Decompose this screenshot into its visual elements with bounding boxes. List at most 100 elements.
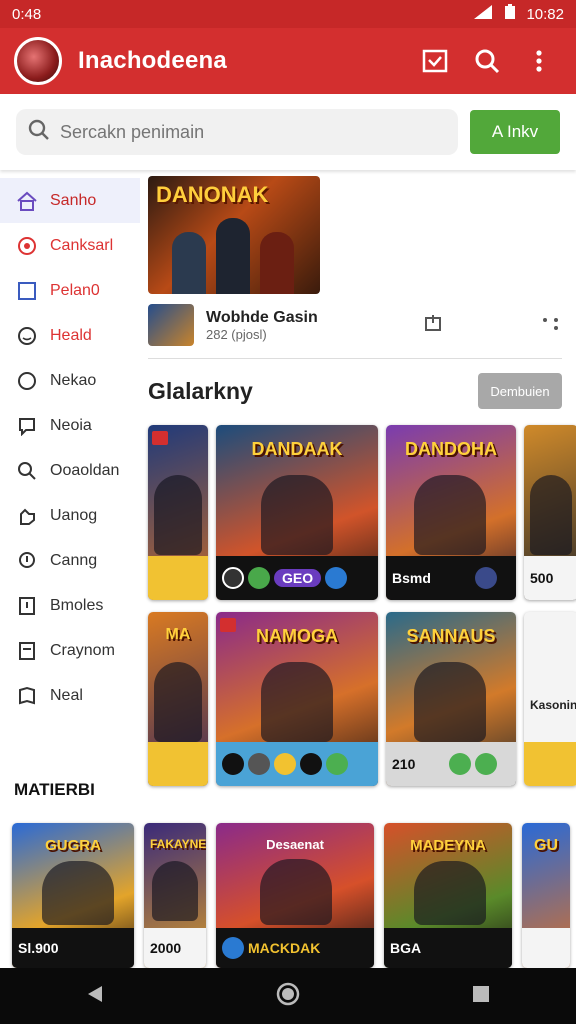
game-card[interactable]: MADEYNA BGA: [384, 823, 512, 968]
share-icon[interactable]: [424, 314, 442, 337]
sidebar-label: Uanog: [50, 506, 98, 524]
section-button[interactable]: Dembuien: [478, 373, 562, 409]
sidebar-label: Canksarl: [50, 236, 114, 254]
card-title: Kasonin: [530, 698, 576, 712]
game-card[interactable]: GUGRA Sl.900: [12, 823, 134, 968]
back-icon[interactable]: [86, 985, 104, 1008]
sidebar-item-7[interactable]: Uanog: [0, 493, 140, 538]
sidebar-item-6[interactable]: Ooaoldan: [0, 448, 140, 493]
sidebar-item-10[interactable]: Craynom: [0, 628, 140, 673]
more-vert-icon[interactable]: [516, 38, 562, 84]
card-row-2: MA NAMOGA SANNAUS 210 Kasonin: [148, 612, 576, 786]
game-card[interactable]: Kasonin: [524, 612, 576, 786]
app-bar: Inachodeena: [0, 28, 576, 94]
hero-figure: [172, 232, 206, 294]
game-card[interactable]: DANDOHA Bsmd: [386, 425, 516, 600]
game-card[interactable]: MA: [148, 612, 208, 786]
avatar[interactable]: [14, 37, 62, 85]
card-title: FAKAYNE: [150, 837, 206, 851]
sidebar-label: Heald: [50, 326, 92, 344]
card-footer-text: Sl.900: [18, 940, 59, 956]
sidebar-item-3[interactable]: Heald: [0, 313, 140, 358]
card-footer: 2000: [144, 928, 206, 968]
token-icon: [475, 753, 498, 775]
checkbox-icon[interactable]: [412, 38, 458, 84]
chat-icon: [16, 415, 38, 437]
sidebar-item-1[interactable]: Canksarl: [0, 223, 140, 268]
smile-icon: [16, 325, 38, 347]
game-card[interactable]: GU: [522, 823, 570, 968]
featured-banner[interactable]: DANONAK: [148, 176, 320, 294]
hand-icon: [16, 505, 38, 527]
card-title: MADEYNA: [410, 837, 486, 854]
card-hero: [42, 861, 114, 925]
sidebar-label: Pelan0: [50, 281, 100, 299]
game-card[interactable]: SANNAUS 210: [386, 612, 516, 786]
action-button[interactable]: A Inkv: [470, 110, 560, 154]
home-button-icon[interactable]: [276, 982, 300, 1011]
sidebar-item-5[interactable]: Neoia: [0, 403, 140, 448]
card-footer: [216, 742, 378, 786]
sidebar-item-2[interactable]: Pelan0: [0, 268, 140, 313]
sidebar-item-11[interactable]: Neal: [0, 673, 140, 718]
card-hero: [154, 662, 202, 742]
sidebar-item-0[interactable]: Sanho: [0, 178, 140, 223]
card-title: Desaenat: [266, 837, 324, 852]
search-input[interactable]: [60, 121, 446, 143]
game-card[interactable]: NAMOGA: [216, 612, 378, 786]
card-title: GU: [534, 837, 558, 854]
hero-figure: [216, 218, 250, 294]
token-icon: [449, 753, 472, 775]
card-hero: [260, 859, 332, 925]
recents-icon[interactable]: [472, 985, 490, 1008]
card-title: NAMOGA: [256, 626, 338, 646]
game-card[interactable]: DANDAAK GEO: [216, 425, 378, 600]
section-label: MATIERBI: [14, 780, 95, 799]
more-vert-icon[interactable]: [542, 314, 560, 337]
featured-title: Wobhde Gasin: [206, 308, 318, 326]
token-icon: [474, 567, 497, 589]
card-footer: GEO: [216, 556, 378, 600]
search-row: A Inkv: [0, 94, 576, 170]
game-card[interactable]: 500: [524, 425, 576, 600]
card-footer: BGA: [384, 928, 512, 968]
app-title: Inachodeena: [78, 47, 227, 74]
token-icon: [222, 567, 244, 589]
search-box[interactable]: [16, 109, 458, 155]
status-right-time: 10:82: [526, 5, 564, 23]
card-hero: [261, 475, 333, 555]
card-row-1: DANDAAK GEO DANDOHA Bsmd 500: [148, 425, 576, 600]
card-footer: Bsmd: [386, 556, 516, 600]
card-title: DANDOHA: [405, 439, 497, 459]
card-hero: [261, 662, 333, 742]
game-card[interactable]: [148, 425, 208, 600]
card-title: SANNAUS: [406, 626, 496, 646]
sidebar-label: Bmoles: [50, 596, 104, 614]
section-title: Glalarkny: [148, 377, 253, 404]
sidebar-item-8[interactable]: Canng: [0, 538, 140, 583]
nav-bar: [0, 968, 576, 1024]
token-icon: [222, 937, 244, 959]
card-title: DANDAAK: [251, 439, 343, 459]
card-footer-text: Bsmd: [392, 570, 431, 586]
token-icon: [326, 753, 348, 775]
sidebar-item-9[interactable]: Bmoles: [0, 583, 140, 628]
search-icon[interactable]: [464, 38, 510, 84]
game-thumbnail: [148, 304, 194, 346]
featured-info[interactable]: Wobhde Gasin 282 (pjosl): [148, 302, 576, 348]
sidebar-label: Ooaoldan: [50, 461, 120, 479]
book-icon: [16, 685, 38, 707]
section-header: Glalarkny Dembuien: [148, 373, 562, 409]
sidebar-label: Nekao: [50, 371, 97, 389]
hero-figure: [260, 232, 294, 294]
circle-outline-icon: [16, 370, 38, 392]
sidebar-label: Sanho: [50, 191, 97, 209]
box-icon: [16, 280, 38, 302]
sidebar-label: Craynom: [50, 641, 115, 659]
game-card[interactable]: Desaenat MACKDAK: [216, 823, 374, 968]
pin-icon: [16, 550, 38, 572]
featured-subtitle: 282 (pjosl): [206, 326, 267, 342]
card-footer: 210: [386, 742, 516, 786]
game-card[interactable]: FAKAYNE 2000: [144, 823, 206, 968]
sidebar-item-4[interactable]: Nekao: [0, 358, 140, 403]
